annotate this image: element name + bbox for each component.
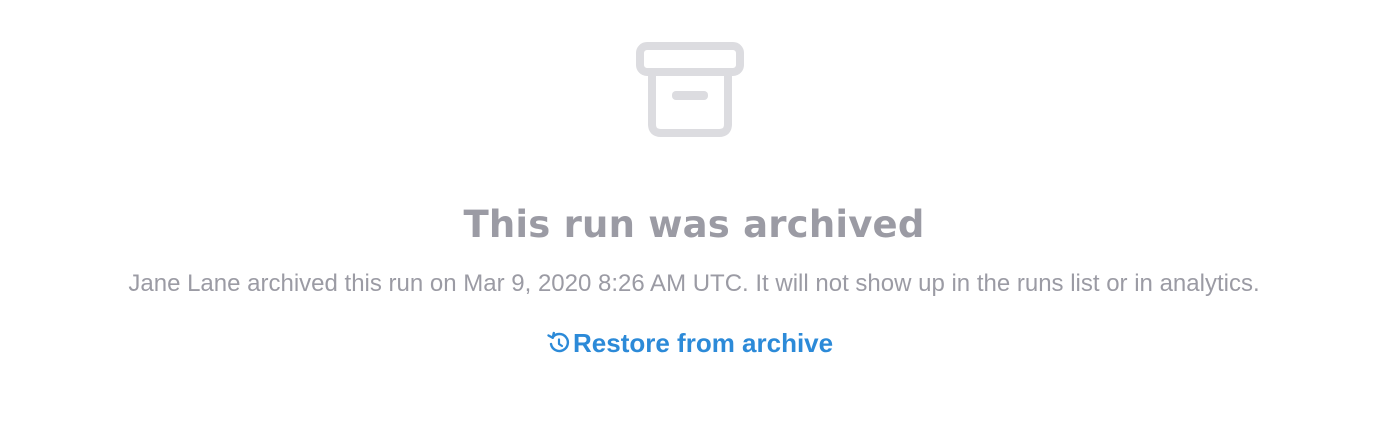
page-title: This run was archived xyxy=(463,203,925,246)
archived-run-notice: This run was archived Jane Lane archived… xyxy=(0,0,1388,436)
archive-message: Jane Lane archived this run on Mar 9, 20… xyxy=(128,270,1260,297)
restore-label: Restore from archive xyxy=(573,328,834,358)
restore-from-archive-link[interactable]: Restore from archive xyxy=(546,325,833,361)
restore-history-icon xyxy=(546,330,572,356)
archive-box-icon xyxy=(636,42,744,138)
